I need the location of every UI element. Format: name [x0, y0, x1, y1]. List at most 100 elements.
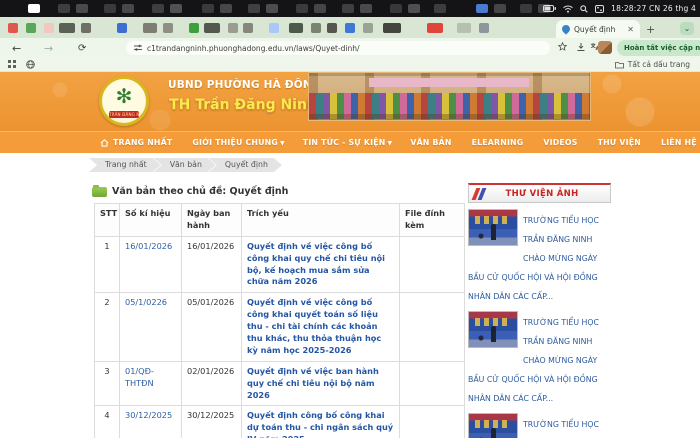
gallery-slash-icon [471, 187, 488, 200]
pinned-tab[interactable] [363, 22, 373, 33]
nav-item[interactable]: THƯ VIỆN [589, 138, 652, 147]
nav-item[interactable]: LIÊN HỆ [652, 138, 700, 147]
pinned-tab[interactable] [143, 22, 157, 33]
browser-toolbar: ← → ⟳ c1trandangninh.phuonghadong.edu.vn… [0, 38, 700, 58]
pinned-tab[interactable] [59, 22, 75, 33]
logo-tree-icon: ✻ [115, 84, 133, 108]
pinned-tab[interactable] [204, 22, 220, 33]
document-title-link[interactable]: Quyết định về việc công bố công khai quy… [247, 297, 381, 355]
cell-ngay-ban-hanh: 30/12/2025 [181, 405, 242, 438]
gallery-title: THƯ VIỆN ẢNH [505, 188, 579, 199]
all-bookmarks-label: Tất cả dấu trang [627, 60, 690, 69]
pinned-tab[interactable] [228, 22, 238, 33]
pinned-tab[interactable] [44, 22, 54, 33]
gallery-item[interactable]: TRƯỜNG TIỂU HỌC TRẦN ĐĂNG NINH CHÀO MỪNG… [468, 412, 611, 438]
site-nav: TRANG NHẤT GIỚI THIỆU CHUNG ▼ TIN TỨC - S… [0, 131, 700, 153]
search-icon[interactable] [580, 4, 588, 13]
menubar-item-block [360, 4, 372, 13]
menubar-item-block [28, 4, 40, 13]
menubar-item-block [202, 4, 214, 13]
breadcrumb-item[interactable]: Trang nhất [89, 158, 161, 172]
nav-item[interactable]: GIỚI THIỆU CHUNG ▼ [183, 138, 293, 147]
gallery-thumbnail[interactable] [468, 311, 518, 348]
menubar-clock: 18:28:27 CN 26 thg 4 [611, 4, 696, 13]
nav-item[interactable]: VIDEOS [534, 138, 588, 147]
menubar-item-block [408, 4, 420, 13]
control-center-icon[interactable] [595, 4, 605, 13]
pinned-tab[interactable] [457, 22, 471, 33]
table-header-cell: File đính kèm [399, 203, 465, 237]
tab-search-chevron-icon[interactable]: ⌄ [680, 22, 694, 35]
bookmark-star-icon[interactable] [558, 42, 567, 51]
nav-item[interactable]: TIN TỨC - SỰ KIỆN ▼ [294, 138, 402, 147]
apps-grid-icon[interactable] [8, 60, 16, 69]
update-button-label: Hoàn tất việc cập nhật [624, 44, 700, 52]
pinned-tab[interactable] [383, 22, 401, 33]
pinned-tab[interactable] [163, 22, 173, 33]
nav-item[interactable]: TRANG NHẤT [113, 138, 183, 147]
chrome-update-button[interactable]: Hoàn tất việc cập nhật ⋮ [617, 40, 700, 56]
document-number-link[interactable]: 30/12/2025 [125, 410, 172, 420]
tab-favicon-icon [560, 23, 572, 35]
gallery-item[interactable]: TRƯỜNG TIỂU HỌC TRẦN ĐĂNG NINH CHÀO MỪNG… [468, 310, 611, 405]
pinned-tab[interactable] [327, 22, 337, 33]
document-number-link[interactable]: 16/01/2026 [125, 241, 172, 251]
address-bar[interactable]: c1trandangninh.phuonghadong.edu.vn/laws/… [126, 41, 550, 55]
pinned-tab[interactable] [289, 22, 303, 33]
gallery-item[interactable]: TRƯỜNG TIỂU HỌC TRẦN ĐĂNG NINH CHÀO MỪNG… [468, 208, 611, 303]
breadcrumb-item[interactable]: Quyết định [209, 158, 282, 172]
gallery-thumbnail[interactable] [468, 209, 518, 246]
document-title-link[interactable]: Quyết định về việc công bố công khai quy… [247, 241, 385, 287]
menubar-item-block [220, 4, 232, 13]
document-number-link[interactable]: 01/QĐ-THTĐN [125, 366, 154, 388]
pinned-tab[interactable] [189, 22, 199, 33]
school-logo[interactable]: ✻ TRẦN ĐĂNG NINH [99, 76, 149, 126]
cell-so-ki-hieu: 16/01/2026 [119, 235, 182, 294]
pinned-tab[interactable] [269, 22, 279, 33]
wifi-icon[interactable] [563, 5, 574, 13]
profile-avatar[interactable] [598, 41, 612, 54]
pinned-tab[interactable] [26, 22, 36, 33]
breadcrumb-item[interactable]: Văn bản [154, 158, 216, 172]
back-button[interactable]: ← [12, 43, 21, 54]
tab-close-icon[interactable]: ✕ [627, 25, 634, 34]
pinned-tab[interactable] [345, 22, 355, 33]
cell-so-ki-hieu: 01/QĐ-THTĐN [119, 360, 182, 407]
nav-item[interactable]: ELEARNING [463, 138, 535, 147]
reload-button[interactable]: ⟳ [78, 43, 86, 54]
cell-ngay-ban-hanh: 02/01/2026 [181, 360, 242, 407]
gallery-thumbnail[interactable] [468, 413, 518, 438]
document-number-link[interactable]: 05/1/0226 [125, 297, 167, 307]
cell-file-dinh-kem [399, 235, 465, 294]
folder-icon [614, 61, 624, 68]
forward-button[interactable]: → [44, 43, 53, 54]
all-bookmarks-button[interactable]: Tất cả dấu trang [614, 60, 690, 69]
new-tab-button[interactable]: + [646, 24, 655, 35]
pinned-tab[interactable] [81, 22, 91, 33]
cell-stt: 2 [94, 292, 120, 362]
webpage: ✻ TRẦN ĐĂNG NINH UBND PHƯỜNG HÀ ĐÔNG TH … [0, 72, 700, 438]
menubar-item-block [170, 4, 182, 13]
document-title-link[interactable]: Quyết định công bố công khai dự toán thu… [247, 410, 393, 438]
pinned-tab[interactable] [117, 22, 127, 33]
menubar-item-block [390, 4, 402, 13]
site-settings-icon[interactable] [134, 44, 142, 52]
download-icon[interactable] [576, 42, 586, 52]
table-header-cell: STT [94, 203, 120, 237]
globe-bookmark-icon[interactable] [26, 60, 35, 69]
cell-file-dinh-kem [399, 292, 465, 362]
pinned-tab[interactable] [427, 22, 443, 33]
pinned-tab[interactable] [479, 22, 489, 33]
menubar-item-block [76, 4, 88, 13]
nav-item[interactable]: VĂN BẢN [401, 138, 462, 147]
pinned-tab[interactable] [311, 22, 321, 33]
cell-stt: 4 [94, 405, 120, 438]
screen: 18:28:27 CN 26 thg 4 Quyết định ✕ + ⌄ ← … [0, 0, 700, 438]
menubar-item-block [476, 4, 488, 13]
folder-icon [92, 184, 107, 197]
active-tab[interactable]: Quyết định ✕ [556, 20, 640, 38]
document-title-link[interactable]: Quyết định về việc ban hành quy chế chi … [247, 366, 379, 400]
pinned-tab[interactable] [8, 22, 18, 33]
pinned-tab[interactable] [243, 22, 253, 33]
battery-icon[interactable] [543, 5, 557, 12]
